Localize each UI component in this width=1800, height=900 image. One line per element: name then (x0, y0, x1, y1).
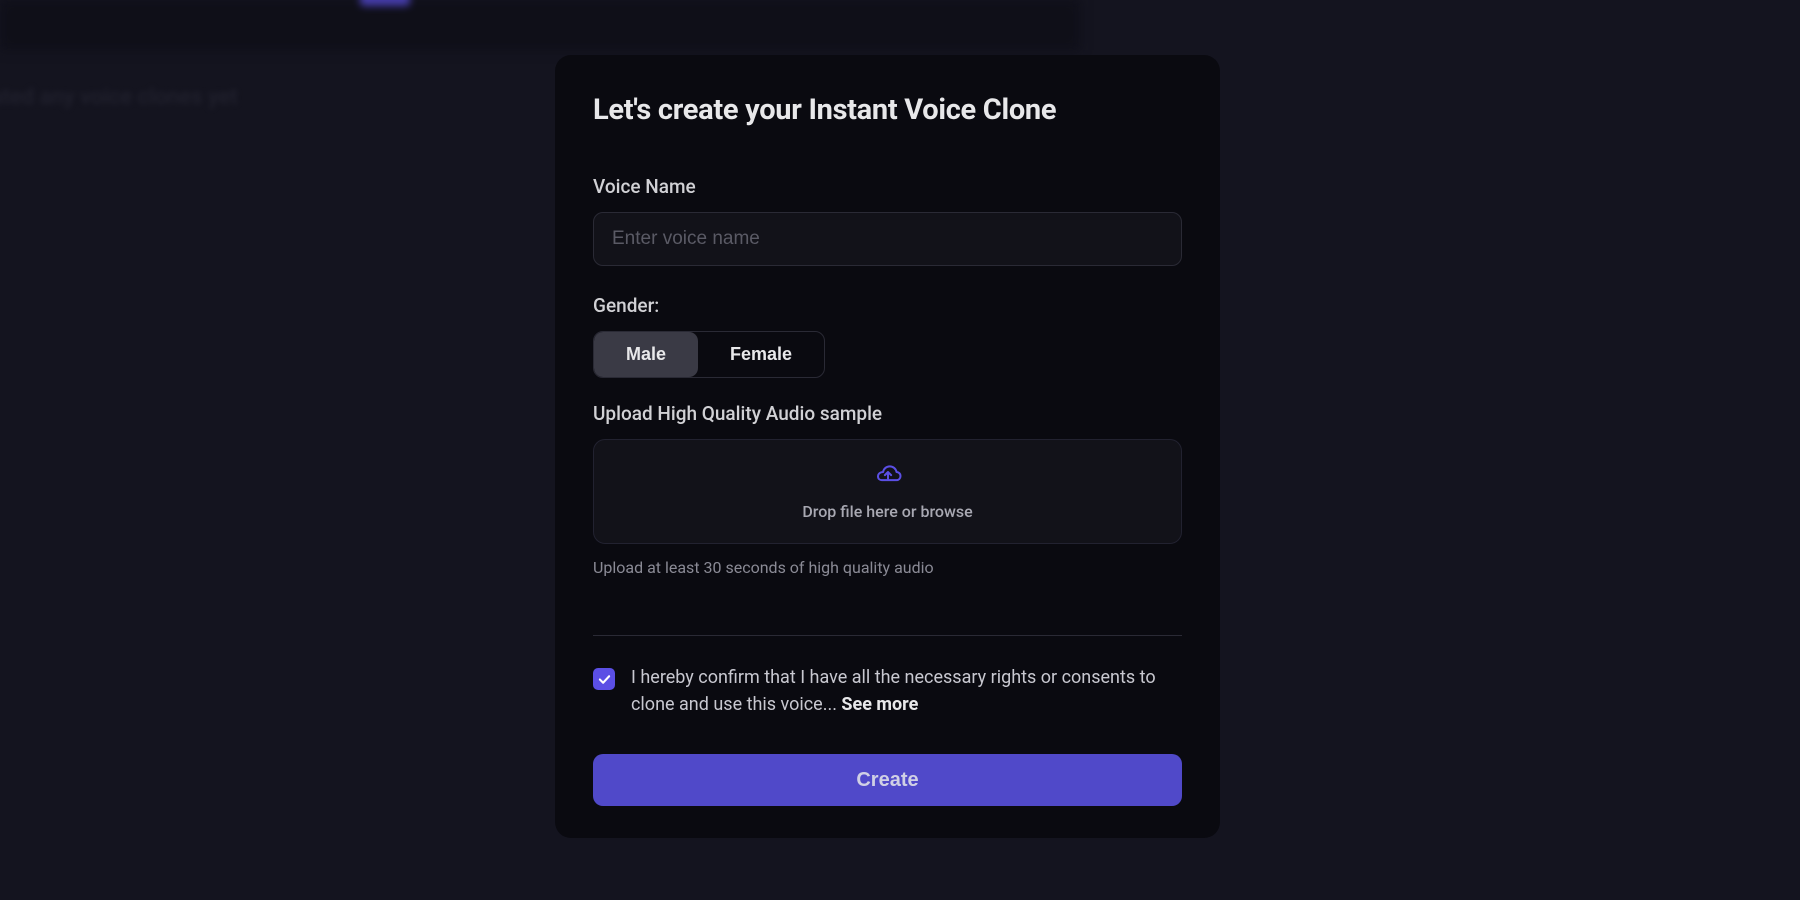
create-voice-clone-modal: Let's create your Instant Voice Clone Vo… (555, 55, 1220, 838)
consent-row: I hereby confirm that I have all the nec… (593, 664, 1182, 718)
check-icon (598, 673, 611, 686)
upload-help-text: Upload at least 30 seconds of high quali… (593, 558, 1182, 577)
gender-male-button[interactable]: Male (594, 332, 698, 377)
consent-checkbox[interactable] (593, 668, 615, 690)
cloud-upload-icon (873, 464, 903, 490)
modal-title: Let's create your Instant Voice Clone (593, 93, 1182, 127)
gender-female-button[interactable]: Female (698, 332, 824, 377)
background-blurred-text: created any voice clones yet (0, 85, 238, 110)
upload-label: Upload High Quality Audio sample (593, 402, 1182, 425)
upload-drop-text: Drop file here or browse (802, 502, 972, 521)
see-more-link[interactable]: See more (841, 694, 918, 715)
gender-label: Gender: (593, 294, 1182, 317)
voice-name-input[interactable] (593, 212, 1182, 266)
background-accent-pill (360, 0, 410, 6)
create-button[interactable]: Create (593, 754, 1182, 806)
gender-toggle-group: Male Female (593, 331, 825, 378)
consent-text: I hereby confirm that I have all the nec… (631, 664, 1182, 718)
voice-name-label: Voice Name (593, 175, 1182, 198)
divider (593, 635, 1182, 636)
background-header-band (0, 0, 1080, 50)
upload-dropzone[interactable]: Drop file here or browse (593, 439, 1182, 544)
